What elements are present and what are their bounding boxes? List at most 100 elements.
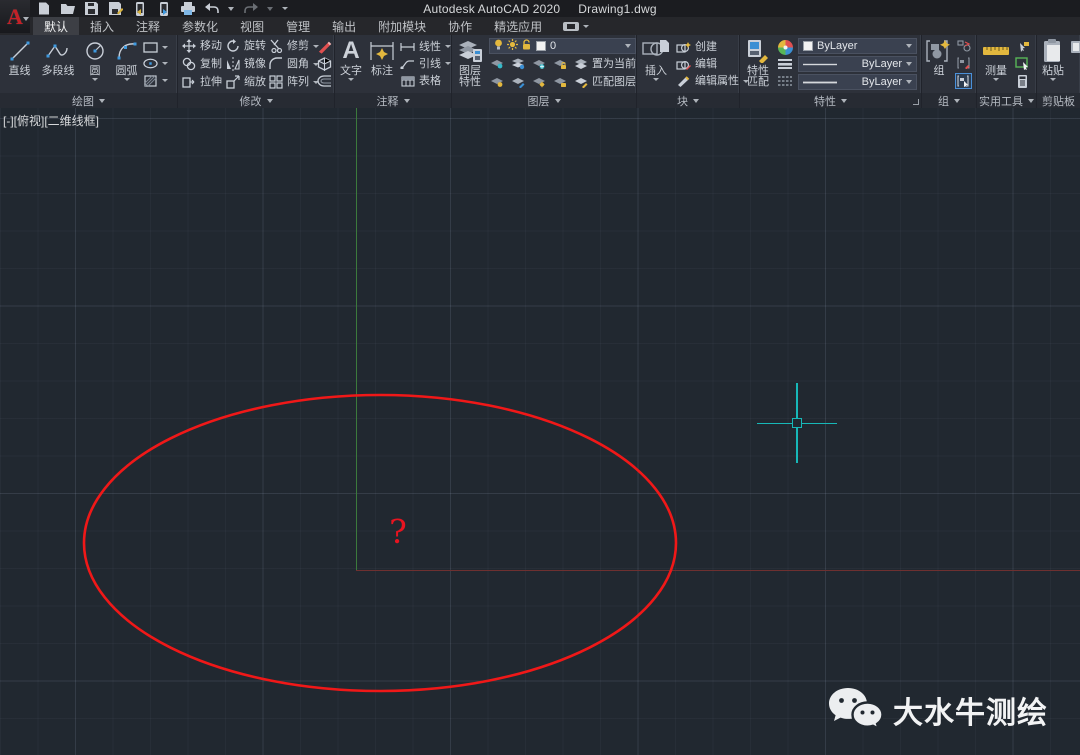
tab-featured-apps[interactable]: 精选应用	[483, 17, 553, 35]
viewport-controls[interactable]: [-][俯视][二维线框]	[3, 112, 99, 129]
hatch-button[interactable]	[143, 74, 168, 88]
text-button[interactable]: A 文字	[338, 37, 364, 93]
edit-attributes-button[interactable]: 编辑属性	[676, 74, 749, 88]
layer-unlock-icon[interactable]	[522, 39, 532, 53]
make-current-button[interactable]: 置为当前	[573, 57, 636, 71]
color-wheel-icon[interactable]	[778, 40, 793, 54]
object-color-combo[interactable]: ByLayer	[798, 38, 917, 54]
panel-clipboard: 粘贴 剪贴板	[1037, 35, 1080, 108]
ribbon-display-toggle[interactable]	[563, 17, 589, 35]
quick-calc-icon-button[interactable]	[1015, 74, 1030, 88]
measure-button[interactable]: 测量	[980, 37, 1012, 93]
panel-label-layers[interactable]: 图层	[452, 93, 636, 108]
ungroup-icon-button[interactable]	[956, 39, 971, 53]
move-button[interactable]: 移动	[181, 39, 225, 53]
ribbon-display-arrow-icon	[583, 25, 589, 28]
group-edit-icon-button[interactable]	[956, 56, 971, 70]
panel-label-clipboard[interactable]: 剪贴板	[1037, 93, 1080, 108]
paste-button[interactable]: 粘贴	[1040, 37, 1066, 93]
copy-button[interactable]: 复制	[181, 57, 225, 71]
stretch-button[interactable]: 拉伸	[181, 75, 225, 89]
layer-freeze-button[interactable]	[531, 57, 546, 71]
arc-button[interactable]: 圆弧	[110, 37, 143, 93]
layer-properties-button[interactable]: 图层 特性	[455, 37, 485, 93]
panel-label-annotate[interactable]: 注释	[335, 93, 451, 108]
cut-icon-button[interactable]	[1069, 39, 1080, 53]
mirror-button[interactable]: 镜像	[225, 57, 269, 71]
tab-home[interactable]: 默认	[33, 17, 79, 35]
fillet-button[interactable]: 圆角	[269, 57, 315, 71]
explode-button[interactable]	[317, 57, 332, 71]
linetype-icon[interactable]	[778, 74, 793, 88]
lineweight-combo[interactable]: ByLayer	[798, 74, 917, 90]
trim-icon	[269, 39, 283, 53]
quick-select-icon-button[interactable]	[1015, 40, 1030, 54]
rectangle-button[interactable]	[143, 40, 168, 54]
tab-manage[interactable]: 管理	[275, 17, 321, 35]
scale-button[interactable]: 缩放	[225, 75, 269, 89]
panel-label-block[interactable]: 块	[637, 93, 739, 108]
layer-thaw2-button[interactable]	[531, 75, 546, 89]
drawn-ellipse[interactable]	[81, 392, 679, 694]
circle-button[interactable]: 圆	[80, 37, 110, 93]
array-icon	[269, 75, 283, 89]
panel-label-draw[interactable]: 绘图	[0, 93, 177, 108]
layer-combo-arrow-icon[interactable]	[625, 44, 631, 48]
layer-on-icon[interactable]	[494, 39, 503, 53]
trim-button[interactable]: 修剪	[269, 39, 315, 53]
layer-thaw-icon[interactable]	[507, 39, 518, 53]
drawing-canvas[interactable]: [-][俯视][二维线框] ? 大水牛测绘	[0, 108, 1080, 755]
group-button[interactable]: 组	[925, 37, 953, 93]
tab-annotate[interactable]: 注释	[125, 17, 171, 35]
panel-modify-arrow-icon	[267, 99, 273, 103]
layer-isolate-button[interactable]	[510, 57, 525, 71]
tab-collaborate[interactable]: 协作	[437, 17, 483, 35]
layer-color-swatch[interactable]	[536, 41, 546, 51]
leader-icon	[400, 57, 415, 71]
properties-expander-icon[interactable]	[913, 99, 919, 105]
tab-insert[interactable]: 插入	[79, 17, 125, 35]
leader-button[interactable]: 引线	[400, 57, 451, 71]
app-title: Autodesk AutoCAD 2020	[414, 2, 569, 16]
linear-dropdown-icon	[445, 45, 451, 48]
dimension-button[interactable]: 标注	[367, 37, 397, 93]
offset-button[interactable]	[317, 74, 332, 88]
match-layer-button[interactable]: 匹配图层	[573, 75, 636, 89]
panel-label-group[interactable]: 组	[922, 93, 976, 108]
polyline-button[interactable]: 多段线	[36, 37, 80, 93]
layer-unlock2-button[interactable]	[552, 75, 567, 89]
panel-label-properties[interactable]: 特性	[740, 93, 921, 108]
layer-selector-combo[interactable]: 0	[489, 38, 636, 54]
linetype-sample	[803, 63, 837, 66]
line-button[interactable]: 直线	[3, 37, 36, 93]
layer-lock-button[interactable]	[552, 57, 567, 71]
erase-button[interactable]	[317, 40, 332, 54]
ellipse-dropdown-icon	[162, 62, 168, 65]
tab-view[interactable]: 视图	[229, 17, 275, 35]
linear-button[interactable]: 线性	[400, 40, 451, 54]
application-menu-button[interactable]: A	[0, 0, 30, 33]
group-selection-toggle-button[interactable]	[955, 73, 972, 89]
layer-off-button[interactable]	[489, 57, 504, 71]
question-mark-annotation[interactable]: ?	[383, 512, 413, 551]
rotate-button[interactable]: 旋转	[225, 39, 269, 53]
create-block-button[interactable]: 创建	[676, 40, 749, 54]
panel-label-modify[interactable]: 修改	[178, 93, 334, 108]
panel-label-utilities[interactable]: 实用工具	[977, 93, 1036, 108]
linetype-combo[interactable]: ByLayer	[798, 56, 917, 72]
tab-parametric[interactable]: 参数化	[171, 17, 229, 35]
layer-edit-button[interactable]	[510, 75, 525, 89]
linetype-value: ByLayer	[841, 58, 902, 70]
select-all-icon-button[interactable]	[1015, 57, 1030, 71]
table-button[interactable]: 表格	[400, 74, 451, 88]
insert-block-button[interactable]: 插入	[640, 37, 672, 93]
layer-on2-button[interactable]	[489, 75, 504, 89]
edit-block-button[interactable]: 编辑	[676, 57, 749, 71]
match-properties-button[interactable]: 特性 匹配	[743, 37, 773, 93]
lineweight-icon[interactable]	[778, 57, 793, 71]
tab-output[interactable]: 输出	[321, 17, 367, 35]
ellipse-button[interactable]	[143, 57, 168, 71]
array-button[interactable]: 阵列	[269, 75, 315, 89]
polyline-icon	[46, 38, 70, 64]
tab-addins[interactable]: 附加模块	[367, 17, 437, 35]
